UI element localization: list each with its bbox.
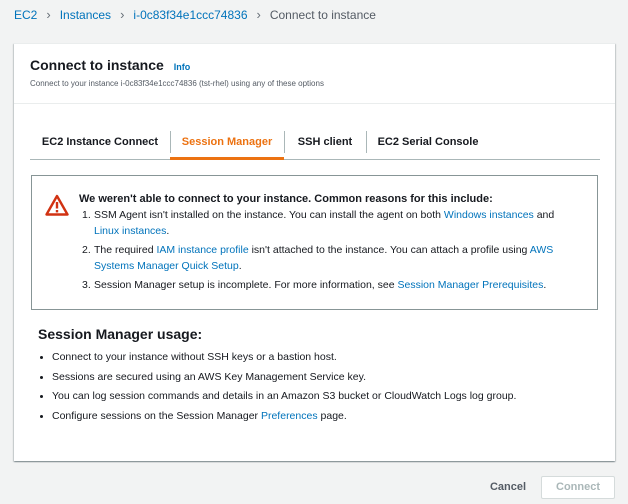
- tab-session-manager[interactable]: Session Manager: [170, 124, 284, 160]
- breadcrumb-link-instance-id[interactable]: i-0c83f34e1ccc74836: [133, 8, 247, 22]
- linux-instances-link[interactable]: Linux instances: [94, 225, 166, 237]
- chevron-right-icon: ›: [256, 7, 261, 22]
- list-item: 3. Session Manager setup is incomplete. …: [82, 279, 547, 291]
- breadcrumb-link-ec2[interactable]: EC2: [14, 8, 37, 22]
- list-item: 1. SSM Agent isn't installed on the inst…: [82, 209, 555, 237]
- warning-triangle-icon: [45, 194, 69, 216]
- info-link[interactable]: Info: [174, 62, 191, 72]
- tab-ec2-instance-connect[interactable]: EC2 Instance Connect: [30, 124, 170, 159]
- list-item: Connect to your instance without SSH key…: [38, 348, 598, 368]
- alert-title: We weren't able to connect to your insta…: [79, 193, 493, 205]
- tab-ec2-serial-console[interactable]: EC2 Serial Console: [366, 124, 490, 159]
- iam-instance-profile-link[interactable]: IAM instance profile: [156, 244, 248, 256]
- usage-list: Connect to your instance without SSH key…: [38, 348, 598, 426]
- error-alert: We weren't able to connect to your insta…: [31, 175, 598, 310]
- breadcrumb-current: Connect to instance: [269, 7, 376, 22]
- list-item: You can log session commands and details…: [38, 387, 598, 407]
- connect-button[interactable]: Connect: [541, 476, 615, 499]
- session-manager-prerequisites-link[interactable]: Session Manager Prerequisites: [397, 279, 543, 291]
- connect-panel: Connect to instance Info Connect to your…: [14, 43, 615, 461]
- list-item: Sessions are secured using an AWS Key Ma…: [38, 368, 598, 388]
- cancel-button[interactable]: Cancel: [478, 476, 538, 498]
- list-item: Configure sessions on the Session Manage…: [38, 407, 598, 427]
- windows-instances-link[interactable]: Windows instances: [444, 209, 534, 221]
- tab-ssh-client[interactable]: SSH client: [284, 124, 366, 159]
- page-title: Connect to instance: [30, 57, 164, 73]
- breadcrumb: EC2 › Instances › i-0c83f34e1ccc74836 › …: [14, 7, 376, 22]
- list-item: 2. The required IAM instance profile isn…: [82, 244, 554, 272]
- preferences-link[interactable]: Preferences: [261, 410, 318, 422]
- alert-reasons-list: 1. SSM Agent isn't installed on the inst…: [82, 208, 572, 298]
- chevron-right-icon: ›: [120, 7, 125, 22]
- connect-method-tabs: EC2 Instance Connect Session Manager SSH…: [30, 124, 600, 160]
- usage-heading: Session Manager usage:: [38, 326, 203, 342]
- panel-subtitle: Connect to your instance i-0c83f34e1ccc7…: [30, 79, 324, 88]
- panel-header: Connect to instance Info Connect to your…: [14, 44, 615, 104]
- chevron-right-icon: ›: [46, 7, 51, 22]
- breadcrumb-link-instances[interactable]: Instances: [60, 8, 111, 22]
